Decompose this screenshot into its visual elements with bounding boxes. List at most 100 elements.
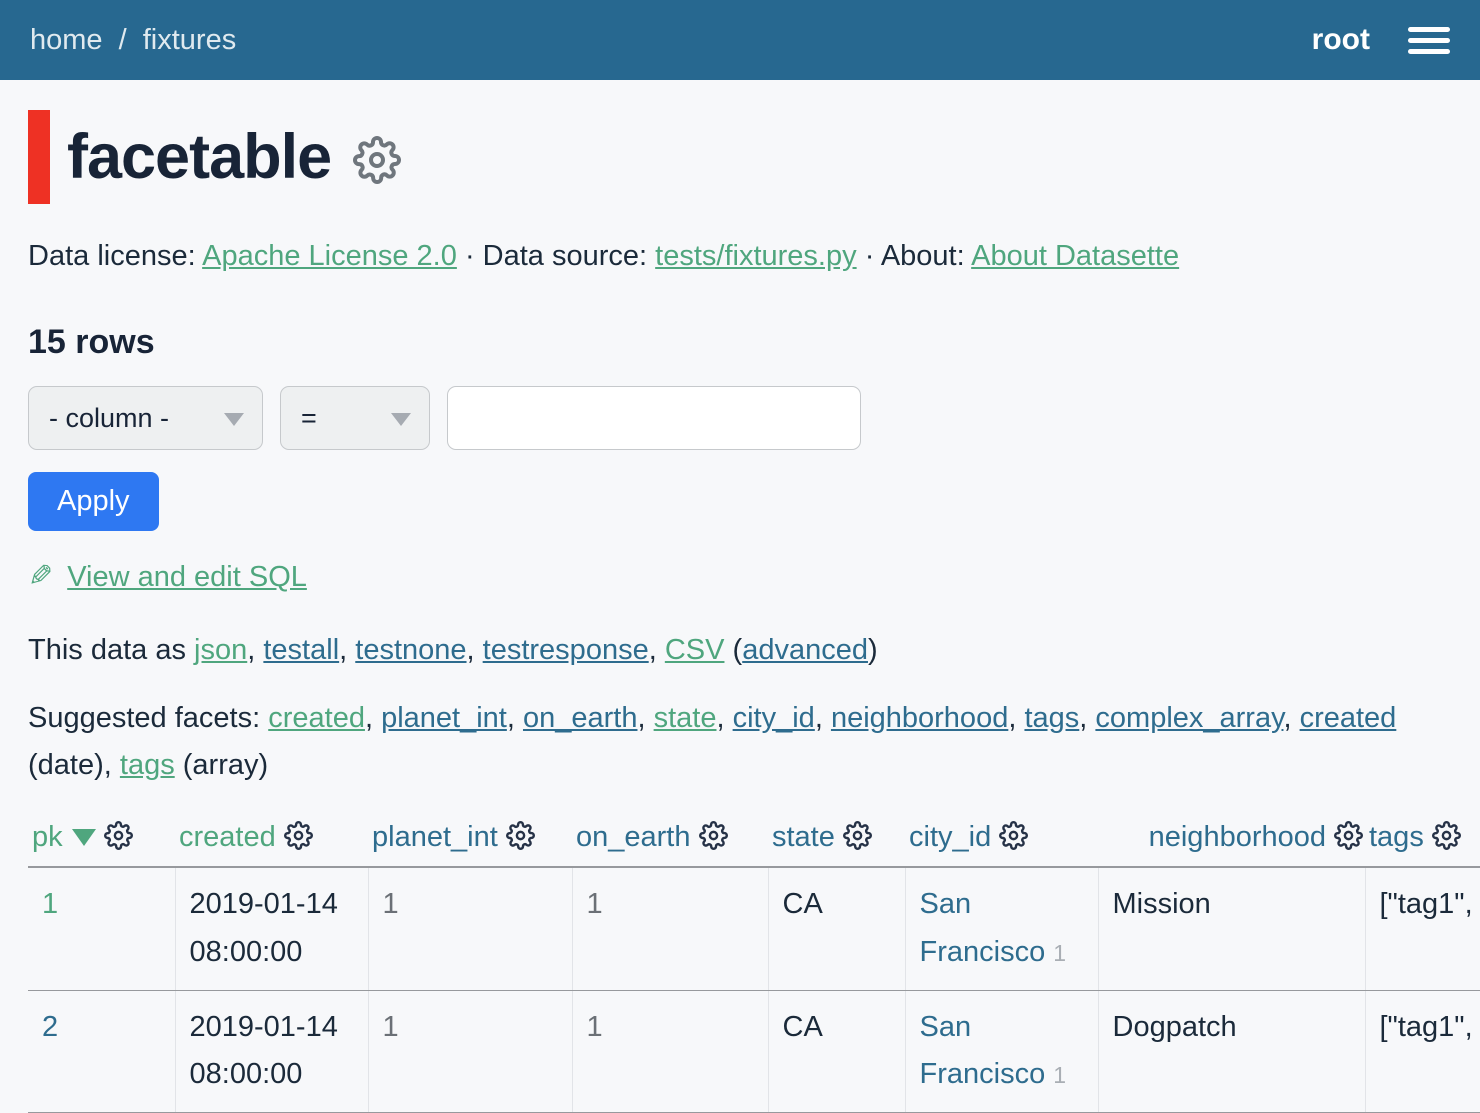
row-pk-link[interactable]: 1 (42, 888, 58, 920)
menu-icon-bar (1408, 38, 1450, 43)
table-row: 1 2019-01-14 08:00:00 1 1 CA San Francis… (28, 867, 1480, 990)
menu-icon-bar (1408, 49, 1450, 54)
column-header-planet-int-link[interactable]: planet_int (372, 821, 498, 853)
menu-icon[interactable] (1408, 23, 1450, 58)
city-link[interactable]: San Francisco (920, 1011, 1046, 1091)
column-cog-icon[interactable] (699, 821, 728, 850)
neighborhood-cell: Dogpatch (1098, 990, 1365, 1113)
facet-suffix: (array) (175, 749, 268, 781)
filter-row: - column - = (28, 386, 1452, 450)
facet-link-state[interactable]: state (654, 702, 717, 734)
comma: , (815, 702, 823, 734)
facet-link-tags[interactable]: tags (1024, 702, 1079, 734)
view-edit-sql-link[interactable]: View and edit SQL (67, 561, 307, 593)
main-content: facetable Data license: Apache License 2… (0, 110, 1480, 1113)
table-header-row: pk created planet_int on_earth state cit… (28, 815, 1480, 867)
tags-cell: ["tag1", "tag2"] (1365, 867, 1480, 990)
city-id-cell: San Francisco 1 (905, 990, 1098, 1113)
column-cog-icon[interactable] (999, 821, 1028, 850)
top-nav-bar: home / fixtures root (0, 0, 1480, 80)
pk-cell: 2 (28, 990, 175, 1113)
column-header-city-id-link[interactable]: city_id (909, 821, 991, 853)
facet-link-created-date[interactable]: created (1300, 702, 1397, 734)
comma: , (1079, 702, 1087, 734)
breadcrumb-fixtures-link[interactable]: fixtures (143, 24, 236, 56)
column-header-created: created (175, 815, 368, 867)
sql-line: ✎ View and edit SQL (28, 559, 1452, 594)
column-cog-icon[interactable] (284, 821, 313, 850)
filter-value-input[interactable] (447, 386, 861, 450)
column-header-tags-link[interactable]: tags (1369, 821, 1424, 853)
about-link[interactable]: About Datasette (971, 240, 1179, 272)
paren-close: ) (868, 634, 878, 666)
chevron-down-icon (391, 413, 411, 426)
apply-button[interactable]: Apply (28, 472, 159, 531)
facet-link-created[interactable]: created (268, 702, 365, 734)
breadcrumb-separator: / (119, 24, 127, 56)
comma: , (1008, 702, 1016, 734)
comma: , (104, 749, 112, 781)
source-label: Data source: (483, 240, 647, 272)
column-select[interactable]: - column - (28, 386, 263, 450)
comma: , (365, 702, 373, 734)
title-row: facetable (28, 110, 1452, 204)
column-cog-icon[interactable] (506, 821, 535, 850)
column-header-state-link[interactable]: state (772, 821, 835, 853)
title-accent-bar (28, 110, 50, 204)
license-link[interactable]: Apache License 2.0 (202, 240, 457, 272)
breadcrumb-home-link[interactable]: home (30, 24, 103, 56)
rows-table: pk created planet_int on_earth state cit… (28, 815, 1480, 1113)
city-link[interactable]: San Francisco (920, 888, 1046, 968)
tags-cell: ["tag1", "tag3"] (1365, 990, 1480, 1113)
column-header-neighborhood-link[interactable]: neighborhood (1149, 821, 1326, 853)
comma: , (339, 634, 347, 666)
facet-link-tags-array[interactable]: tags (120, 749, 175, 781)
facet-link-on-earth[interactable]: on_earth (523, 702, 638, 734)
pencil-icon: ✎ (28, 559, 53, 594)
export-link-testresponse[interactable]: testresponse (483, 634, 649, 666)
column-header-created-link[interactable]: created (179, 821, 276, 853)
created-cell: 2019-01-14 08:00:00 (175, 867, 368, 990)
export-link-json[interactable]: json (194, 634, 247, 666)
on-earth-cell: 1 (572, 867, 768, 990)
neighborhood-cell: Mission (1098, 867, 1365, 990)
column-header-state: state (768, 815, 905, 867)
export-link-testall[interactable]: testall (263, 634, 339, 666)
column-cog-icon[interactable] (843, 821, 872, 850)
facet-link-planet-int[interactable]: planet_int (381, 702, 507, 734)
column-header-on-earth-link[interactable]: on_earth (576, 821, 691, 853)
comma: , (467, 634, 475, 666)
column-select-value: - column - (49, 403, 169, 434)
facet-link-city-id[interactable]: city_id (733, 702, 815, 734)
column-header-on-earth: on_earth (572, 815, 768, 867)
chevron-down-icon (224, 413, 244, 426)
table-settings-gear-icon[interactable] (353, 136, 401, 184)
column-cog-icon[interactable] (1432, 821, 1461, 850)
export-link-advanced[interactable]: advanced (742, 634, 868, 666)
facet-link-neighborhood[interactable]: neighborhood (831, 702, 1008, 734)
metadata-line: Data license: Apache License 2.0 · Data … (28, 240, 1452, 273)
column-header-pk-link[interactable]: pk (32, 821, 63, 853)
export-link-testnone[interactable]: testnone (355, 634, 466, 666)
facet-link-complex-array[interactable]: complex_array (1095, 702, 1283, 734)
comma: , (507, 702, 515, 734)
city-id-cell: San Francisco 1 (905, 867, 1098, 990)
comma: , (649, 634, 657, 666)
column-cog-icon[interactable] (104, 821, 133, 850)
planet-int-cell: 1 (368, 990, 572, 1113)
city-raw-id: 1 (1053, 940, 1066, 966)
state-cell: CA (768, 867, 905, 990)
comma: , (637, 702, 645, 734)
row-count-heading: 15 rows (28, 323, 1452, 362)
column-cog-icon[interactable] (1334, 821, 1363, 850)
logged-in-user[interactable]: root (1312, 23, 1370, 57)
sort-descending-icon (72, 829, 96, 846)
menu-icon-bar (1408, 27, 1450, 32)
row-pk-link[interactable]: 2 (42, 1011, 58, 1043)
operator-select[interactable]: = (280, 386, 430, 450)
column-header-planet-int: planet_int (368, 815, 572, 867)
source-link[interactable]: tests/fixtures.py (655, 240, 856, 272)
export-link-csv[interactable]: CSV (665, 634, 725, 666)
created-cell: 2019-01-14 08:00:00 (175, 990, 368, 1113)
facets-prefix: Suggested facets: (28, 702, 260, 734)
